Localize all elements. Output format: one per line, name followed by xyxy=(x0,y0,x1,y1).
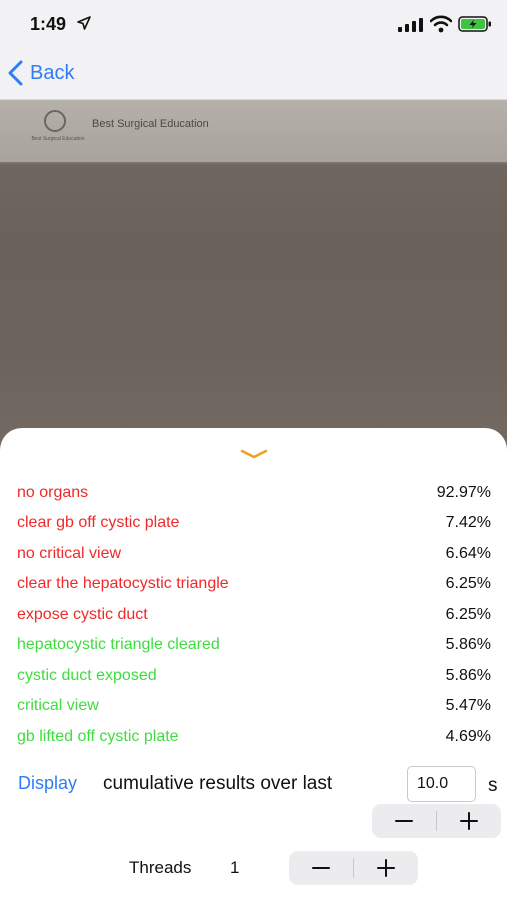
threads-label: Threads xyxy=(129,858,192,877)
result-row: hepatocystic triangle cleared 5.86% xyxy=(17,633,491,657)
threads-stepper xyxy=(289,851,418,885)
plus-icon xyxy=(377,859,395,877)
interval-input[interactable] xyxy=(407,766,476,802)
result-value: 5.86% xyxy=(445,667,491,684)
result-value: 5.47% xyxy=(445,697,491,714)
logo-caption: Best Surgical Education xyxy=(31,136,85,142)
threads-increment-button[interactable] xyxy=(354,851,418,885)
banner-title: Best Surgical Education xyxy=(92,118,209,130)
result-value: 4.69% xyxy=(445,728,491,745)
result-label: gb lifted off cystic plate xyxy=(17,728,179,745)
result-label: hepatocystic triangle cleared xyxy=(17,636,220,653)
plus-icon xyxy=(460,812,478,830)
back-label: Back xyxy=(30,61,75,84)
camera-preview: Best Surgical Education Best Surgical Ed… xyxy=(0,100,507,460)
logo-emblem-icon xyxy=(44,110,66,132)
display-button[interactable]: Display xyxy=(18,773,77,794)
chevron-left-icon xyxy=(8,60,23,86)
threads-decrement-button[interactable] xyxy=(289,851,353,885)
result-value: 6.25% xyxy=(445,575,491,592)
logo: Best Surgical Education xyxy=(26,110,88,144)
result-label: critical view xyxy=(17,697,99,714)
cumulative-label: cumulative results over last xyxy=(103,773,333,794)
cellular-signal-icon xyxy=(398,18,423,32)
status-bar: 1:49 xyxy=(0,0,507,48)
result-label: expose cystic duct xyxy=(17,606,148,623)
minus-icon xyxy=(312,867,330,869)
result-label: clear the hepatocystic triangle xyxy=(17,575,229,592)
status-time: 1:49 xyxy=(30,14,67,34)
result-label: no critical view xyxy=(17,545,122,562)
result-value: 92.97% xyxy=(436,484,491,501)
result-row: clear the hepatocystic triangle 6.25% xyxy=(17,572,491,596)
result-row: gb lifted off cystic plate 4.69% xyxy=(17,725,491,749)
result-row: critical view 5.47% xyxy=(17,694,491,718)
navigation-bar: Back xyxy=(0,48,507,100)
result-label: cystic duct exposed xyxy=(17,667,157,684)
result-value: 7.42% xyxy=(445,514,491,531)
interval-decrement-button[interactable] xyxy=(372,804,436,838)
chevron-down-icon[interactable] xyxy=(240,448,268,460)
back-button[interactable]: Back xyxy=(6,58,74,88)
location-arrow-icon xyxy=(77,16,91,30)
result-row: clear gb off cystic plate 7.42% xyxy=(17,511,491,535)
result-row: expose cystic duct 6.25% xyxy=(17,603,491,627)
minus-icon xyxy=(395,820,413,822)
result-value: 6.25% xyxy=(445,606,491,623)
interval-unit: s xyxy=(488,775,498,796)
camera-banner: Best Surgical Education Best Surgical Ed… xyxy=(0,100,507,162)
result-label: clear gb off cystic plate xyxy=(17,514,180,531)
result-row: cystic duct exposed 5.86% xyxy=(17,664,491,688)
result-label: no organs xyxy=(17,484,89,501)
interval-increment-button[interactable] xyxy=(437,804,501,838)
wifi-icon xyxy=(430,15,452,33)
battery-charging-icon xyxy=(458,16,491,32)
result-value: 5.86% xyxy=(445,636,491,653)
interval-stepper xyxy=(372,804,501,838)
result-row: no critical view 6.64% xyxy=(17,542,491,566)
result-value: 6.64% xyxy=(445,545,491,562)
result-row: no organs 92.97% xyxy=(17,481,491,505)
threads-value: 1 xyxy=(230,858,240,877)
